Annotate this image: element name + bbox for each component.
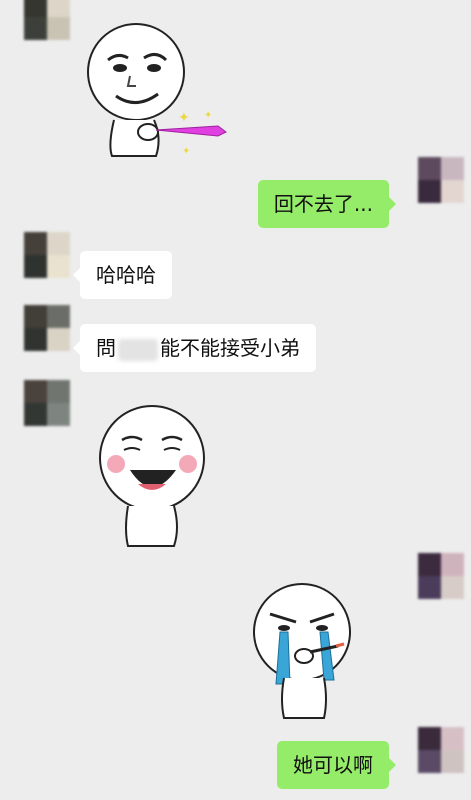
message-bubble-sent[interactable]: 她可以啊 <box>277 741 396 789</box>
smug-face-sword-sticker[interactable]: ✦ ✦ ✦ <box>78 20 228 160</box>
contact-avatar[interactable] <box>24 232 70 278</box>
redacted-name <box>118 338 158 361</box>
my-avatar[interactable] <box>418 727 464 773</box>
message-text-prefix: 問 <box>96 336 116 360</box>
contact-avatar[interactable] <box>24 0 70 40</box>
contact-avatar[interactable] <box>24 305 70 351</box>
svg-text:✦: ✦ <box>178 110 190 126</box>
message-text: 哈哈哈 <box>96 263 156 287</box>
svg-text:✦: ✦ <box>204 110 212 121</box>
contact-avatar[interactable] <box>24 380 70 426</box>
message-bubble-received[interactable]: 哈哈哈 <box>73 251 172 299</box>
svg-text:✦: ✦ <box>182 146 190 157</box>
message-text: 回不去了... <box>273 192 373 216</box>
my-avatar[interactable] <box>418 157 464 203</box>
message-text: 她可以啊 <box>293 753 373 777</box>
message-bubble-sent[interactable]: 回不去了... <box>257 180 397 228</box>
crying-face-sticker[interactable] <box>250 580 360 720</box>
message-bubble-received[interactable]: 問 能不能接受小弟 <box>73 324 316 372</box>
message-text-suffix: 能不能接受小弟 <box>160 336 300 360</box>
laughing-face-sticker[interactable] <box>94 400 214 550</box>
my-avatar[interactable] <box>418 553 464 599</box>
